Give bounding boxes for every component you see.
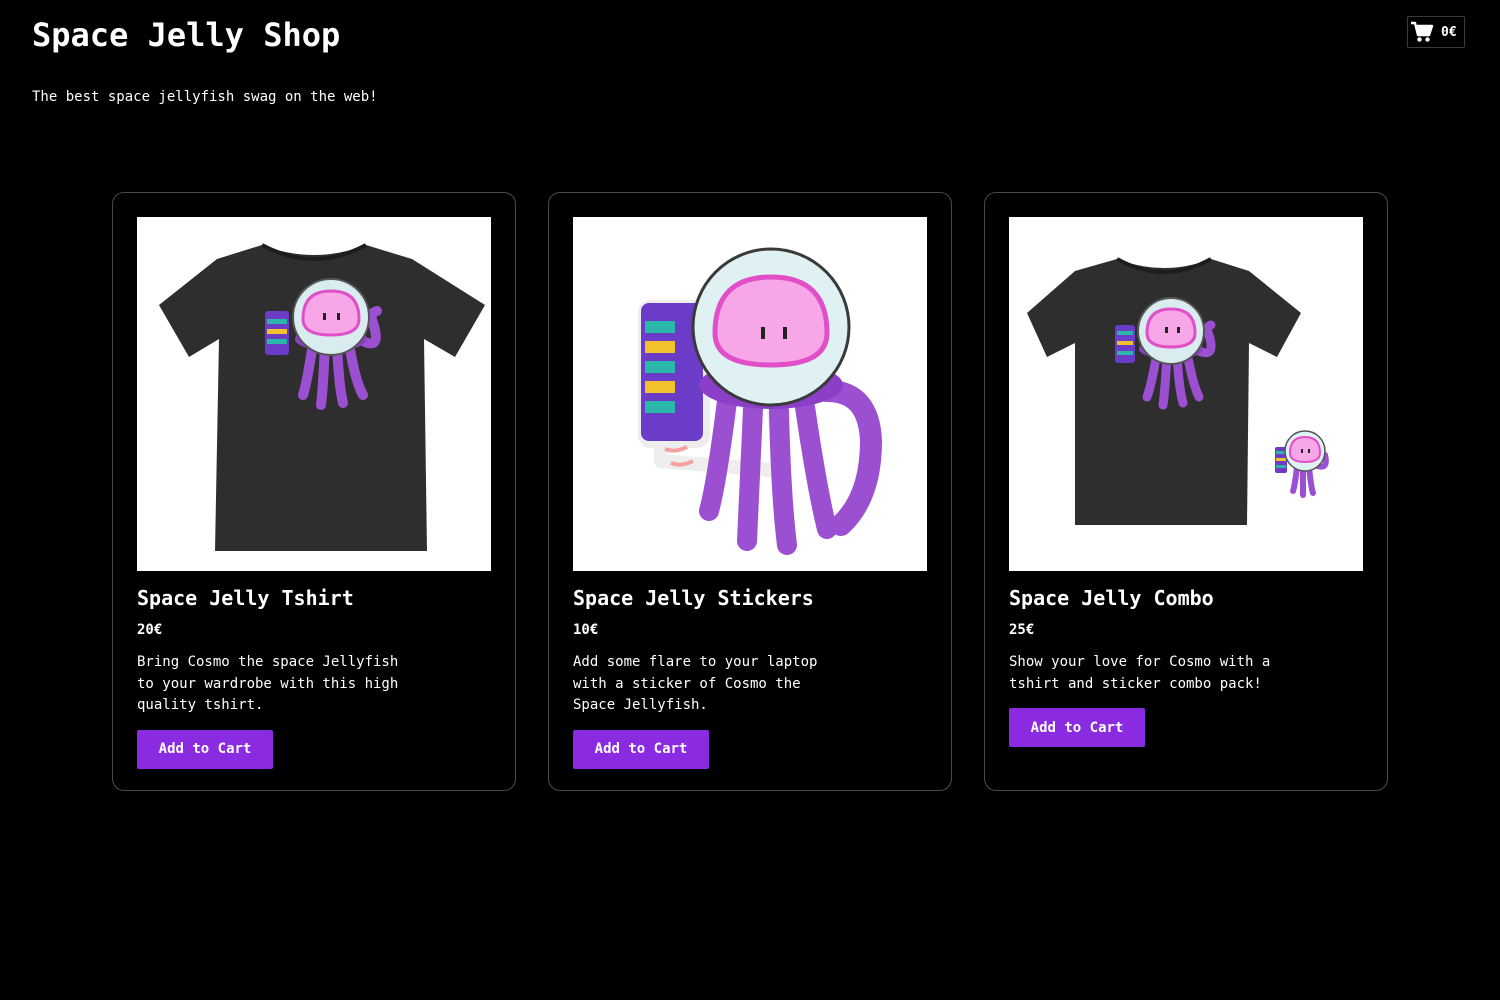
product-price: 20€ (137, 622, 163, 638)
product-name: Space Jelly Stickers (573, 586, 814, 610)
site-tagline: The best space jellyfish swag on the web… (32, 89, 378, 105)
space-jelly-sticker-image (573, 217, 927, 571)
shopping-cart-icon (1410, 21, 1434, 43)
product-description: Show your love for Cosmo with a tshirt a… (1009, 654, 1271, 692)
product-card: Space Jelly Tshirt 20€ Bring Cosmo the s… (112, 192, 516, 791)
product-name: Space Jelly Combo (1009, 586, 1214, 610)
space-jelly-combo-image (1009, 217, 1363, 571)
product-name: Space Jelly Tshirt (137, 586, 354, 610)
product-description: Add some flare to your laptop with a sti… (573, 654, 818, 713)
space-jelly-tshirt-image (137, 217, 491, 571)
product-price: 10€ (573, 622, 599, 638)
add-to-cart-button[interactable]: Add to Cart (1009, 708, 1145, 747)
site-title: Space Jelly Shop (32, 16, 341, 54)
product-card: Space Jelly Stickers 10€ Add some flare … (548, 192, 952, 791)
cart-total: 0€ (1441, 24, 1457, 40)
product-description: Bring Cosmo the space Jellyfish to your … (137, 654, 399, 713)
product-card: Space Jelly Combo 25€ Show your love for… (984, 192, 1388, 791)
product-price: 25€ (1009, 622, 1035, 638)
add-to-cart-button[interactable]: Add to Cart (573, 729, 709, 769)
add-to-cart-button[interactable]: Add to Cart (137, 729, 273, 769)
product-list: Space Jelly Tshirt 20€ Bring Cosmo the s… (112, 192, 1388, 791)
cart-button[interactable]: 0€ (1407, 16, 1465, 48)
site-header: Space Jelly Shop The best space jellyfis… (32, 14, 378, 106)
